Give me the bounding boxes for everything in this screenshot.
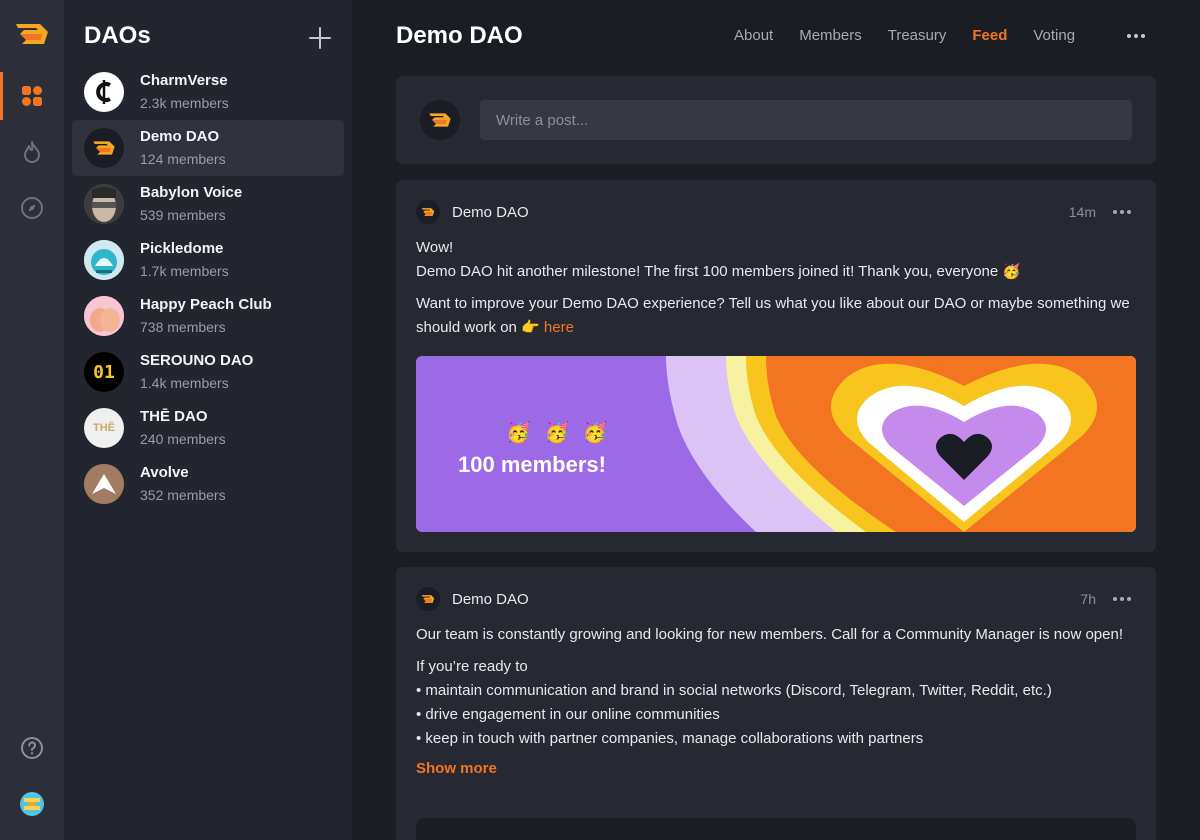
party-emojis: 🥳 🥳 🥳 (506, 422, 612, 444)
post-body: Wow! Demo DAO hit another milestone! The… (416, 236, 1136, 348)
post-input[interactable] (480, 100, 1132, 140)
user-avatar-icon (20, 792, 44, 816)
more-options-icon[interactable] (1110, 589, 1134, 609)
the-dao-logo-icon: THĒ (84, 408, 124, 448)
page-title: Demo DAO (396, 22, 523, 49)
dao-member-count: 1.7k members (140, 263, 229, 279)
post-timestamp: 14m (1068, 204, 1096, 220)
app-rail (0, 0, 64, 840)
dao-name: Demo DAO (140, 128, 220, 145)
dao-member-count: 2.3k members (140, 95, 229, 111)
rail-trending-button[interactable] (0, 128, 64, 176)
add-icon[interactable] (306, 24, 334, 52)
dao-item-avolve[interactable]: Avolve 352 members (72, 456, 344, 512)
dao-member-count: 352 members (140, 487, 226, 503)
demo-dao-logo-icon (84, 128, 124, 168)
app-logo-icon[interactable] (14, 22, 50, 46)
dao-name: Avolve (140, 464, 189, 481)
serouno-logo-icon: 01 (84, 352, 124, 392)
feed-post: Demo DAO 7h Our team is constantly growi… (396, 567, 1156, 840)
post-author-avatar[interactable] (416, 587, 440, 611)
feedback-link[interactable]: here (544, 319, 574, 336)
post-text-line: Wow! (416, 239, 454, 256)
post-header: Demo DAO (416, 200, 529, 224)
dao-item-demo-dao[interactable]: Demo DAO 124 members (72, 120, 344, 176)
dao-name: CharmVerse (140, 72, 228, 89)
dao-item-charmverse[interactable]: CharmVerse 2.3k members (72, 64, 344, 120)
more-options-icon[interactable] (1124, 26, 1148, 46)
dao-member-count: 738 members (140, 319, 226, 335)
dao-name: SEROUNO DAO (140, 352, 254, 369)
post-author[interactable]: Demo DAO (452, 591, 529, 608)
nav-tabs: About Members Treasury Feed Voting (734, 26, 1101, 46)
demo-dao-logo-icon (421, 208, 435, 216)
post-composer (396, 76, 1156, 164)
demo-dao-logo-icon (429, 113, 451, 127)
dao-member-count: 240 members (140, 431, 226, 447)
pickledome-logo-icon (84, 240, 124, 280)
dao-member-count: 539 members (140, 207, 226, 223)
avolve-logo-icon (84, 464, 124, 504)
post-header: Demo DAO (416, 587, 529, 611)
dao-item-happy-peach-club[interactable]: Happy Peach Club 738 members (72, 288, 344, 344)
dao-member-count: 124 members (140, 151, 226, 167)
compass-icon (21, 197, 43, 219)
happy-peach-club-logo-icon (84, 296, 124, 336)
tab-treasury[interactable]: Treasury (888, 26, 947, 46)
dao-name: THĒ DAO (140, 408, 208, 425)
post-timestamp: 7h (1080, 591, 1096, 607)
demo-dao-logo-icon (421, 595, 435, 603)
tab-feed[interactable]: Feed (972, 26, 1007, 46)
list-item: • drive engagement in our online communi… (416, 706, 720, 723)
charmverse-logo-icon (84, 72, 124, 112)
flame-icon (24, 141, 40, 163)
tab-voting[interactable]: Voting (1033, 26, 1075, 46)
main-content: Demo DAO About Members Treasury Feed Vot… (352, 0, 1200, 840)
dao-item-babylon-voice[interactable]: Babylon Voice 539 members (72, 176, 344, 232)
dao-name: Babylon Voice (140, 184, 243, 201)
list-item: • maintain communication and brand in so… (416, 682, 1052, 699)
help-icon (21, 737, 43, 759)
dao-sidebar: DAOs CharmVerse 2.3k members Demo DAO 12… (64, 0, 352, 840)
dao-list: CharmVerse 2.3k members Demo DAO 124 mem… (72, 64, 344, 512)
milestone-banner: 🥳 🥳 🥳 100 members! (416, 356, 1136, 532)
dao-item-the-dao[interactable]: THĒ THĒ DAO 240 members (72, 400, 344, 456)
list-item: • keep in touch with partner companies, … (416, 730, 924, 747)
rail-explore-button[interactable] (0, 184, 64, 232)
sidebar-title: DAOs (84, 22, 151, 49)
post-author[interactable]: Demo DAO (452, 204, 529, 221)
dao-item-serouno-dao[interactable]: 01 SEROUNO DAO 1.4k members (72, 344, 344, 400)
post-author-avatar[interactable] (416, 200, 440, 224)
post-body: Our team is constantly growing and looki… (416, 623, 1136, 781)
grid-icon (22, 86, 42, 106)
feed-post: Demo DAO 14m Wow! Demo DAO hit another m… (396, 180, 1156, 552)
post-text-line: Our team is constantly growing and looki… (416, 626, 1123, 643)
dao-member-count: 1.4k members (140, 375, 229, 391)
next-post-preview (416, 818, 1136, 840)
post-text-line: Demo DAO hit another milestone! The firs… (416, 263, 1022, 280)
post-text-line: If you’re ready to (416, 658, 528, 675)
dao-name: Happy Peach Club (140, 296, 272, 313)
rail-profile-button[interactable] (0, 780, 64, 828)
babylon-voice-logo-icon (84, 184, 124, 224)
tab-about[interactable]: About (734, 26, 773, 46)
more-options-icon[interactable] (1110, 202, 1134, 222)
dao-item-pickledome[interactable]: Pickledome 1.7k members (72, 232, 344, 288)
show-more-link[interactable]: Show more (416, 757, 1136, 781)
rail-daos-button[interactable] (0, 72, 64, 120)
tab-members[interactable]: Members (799, 26, 862, 46)
composer-avatar (420, 100, 460, 140)
dao-name: Pickledome (140, 240, 224, 257)
rail-help-button[interactable] (0, 724, 64, 772)
banner-text: 100 members! (458, 452, 606, 477)
post-text-line: Want to improve your Demo DAO experience… (416, 295, 1130, 336)
